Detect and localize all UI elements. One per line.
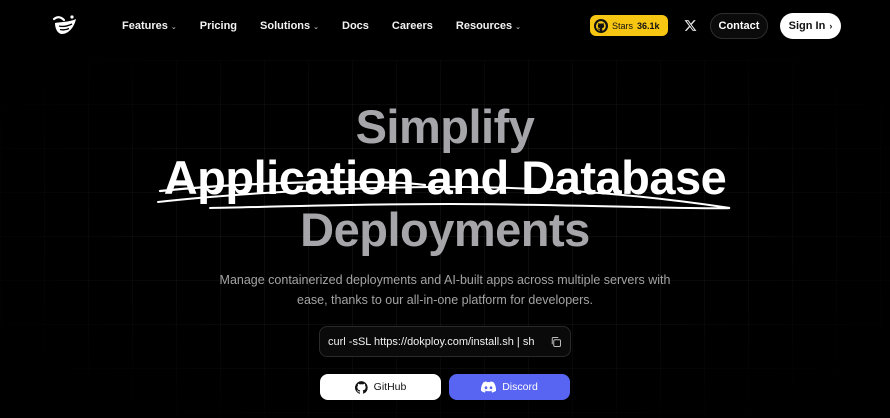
nav-links: Features ⌄ Pricing Solutions ⌄ Docs Care… xyxy=(122,0,544,52)
contact-button[interactable]: Contact xyxy=(710,13,768,39)
hero-title-line1: Simplify xyxy=(355,100,535,153)
hero-subtitle: Manage containerized deployments and AI-… xyxy=(0,270,890,310)
dokploy-logo-icon[interactable] xyxy=(52,12,78,38)
nav-careers[interactable]: Careers xyxy=(392,20,433,32)
nav-docs-label: Docs xyxy=(342,20,369,32)
github-button-label: GitHub xyxy=(373,381,407,393)
nav-resources[interactable]: Resources ⌄ xyxy=(456,20,521,32)
discord-button-label: Discord xyxy=(502,381,538,393)
nav-docs[interactable]: Docs xyxy=(342,20,369,32)
hero-title-line3: Deployments xyxy=(300,203,590,256)
hero-subtitle-line2: ease, thanks to our all-in-one platform … xyxy=(297,293,593,307)
hero-subtitle-line1: Manage containerized deployments and AI-… xyxy=(219,273,671,287)
nav-resources-label: Resources xyxy=(455,20,513,32)
chevron-down-icon: ⌄ xyxy=(515,23,522,31)
sign-in-label: Sign In xyxy=(788,20,826,32)
chevron-down-icon: ⌄ xyxy=(170,23,177,31)
nav-features[interactable]: Features ⌄ xyxy=(122,20,177,32)
chevron-right-icon: › xyxy=(829,21,833,31)
sign-in-button[interactable]: Sign In › xyxy=(780,13,841,39)
x-twitter-icon[interactable] xyxy=(684,19,697,32)
hero-title-line2: Application and Database xyxy=(163,151,727,204)
github-stars-badge[interactable]: Stars 36.1k xyxy=(590,15,668,36)
install-command-text[interactable]: curl -sSL https://dokploy.com/install.sh… xyxy=(328,336,534,348)
copy-icon[interactable] xyxy=(550,336,562,348)
nav-features-label: Features xyxy=(122,20,168,32)
nav-pricing[interactable]: Pricing xyxy=(200,20,237,32)
discord-button[interactable]: Discord xyxy=(449,374,570,400)
github-button[interactable]: GitHub xyxy=(320,374,441,400)
nav-careers-label: Careers xyxy=(391,20,433,32)
nav-pricing-label: Pricing xyxy=(199,20,238,32)
stars-label: Stars xyxy=(612,20,634,31)
nav-solutions[interactable]: Solutions ⌄ xyxy=(260,20,319,32)
github-icon xyxy=(354,380,368,394)
chevron-down-icon: ⌄ xyxy=(313,23,320,31)
nav-solutions-label: Solutions xyxy=(260,20,311,32)
contact-label: Contact xyxy=(718,20,760,32)
top-navigation: Features ⌄ Pricing Solutions ⌄ Docs Care… xyxy=(0,0,890,52)
github-icon xyxy=(594,18,608,33)
stars-count: 36.1k xyxy=(637,20,660,31)
discord-icon xyxy=(481,381,497,393)
install-command-box[interactable]: curl -sSL https://dokploy.com/install.sh… xyxy=(319,326,571,357)
